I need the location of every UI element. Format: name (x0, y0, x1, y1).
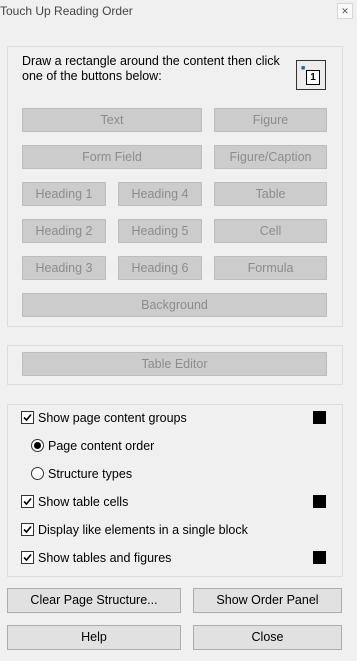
figure-button[interactable]: Figure (214, 108, 327, 132)
heading-6-button[interactable]: Heading 6 (118, 256, 202, 280)
page-content-order-label: Page content order (48, 439, 155, 453)
figure-caption-button[interactable]: Figure/Caption (214, 145, 327, 169)
checkmark-icon (23, 553, 32, 562)
select-tool-icon[interactable]: ■ 1 (296, 60, 326, 90)
content-groups-color-swatch[interactable] (313, 411, 326, 424)
close-window-icon[interactable]: ✕ (337, 3, 353, 19)
formula-button[interactable]: Formula (214, 256, 327, 280)
show-tables-and-figures-checkbox[interactable] (21, 551, 34, 564)
heading-5-button[interactable]: Heading 5 (118, 219, 202, 243)
page-content-order-radio[interactable] (31, 439, 44, 452)
table-editor-button[interactable]: Table Editor (22, 352, 327, 376)
table-cells-color-swatch[interactable] (313, 495, 326, 508)
show-page-content-groups-label: Show page content groups (38, 411, 187, 425)
text-button[interactable]: Text (22, 108, 202, 132)
structure-types-label: Structure types (48, 467, 133, 481)
heading-1-button[interactable]: Heading 1 (22, 182, 106, 206)
clear-page-structure-button[interactable]: Clear Page Structure... (7, 588, 181, 613)
heading-3-button[interactable]: Heading 3 (22, 256, 106, 280)
checkmark-icon (23, 525, 32, 534)
show-table-cells-label: Show table cells (38, 495, 129, 509)
title-bar: Touch Up Reading Order ✕ (0, 0, 357, 24)
display-like-elements-label: Display like elements in a single block (38, 523, 248, 537)
cell-button[interactable]: Cell (214, 219, 327, 243)
show-page-content-groups-checkbox[interactable] (21, 411, 34, 424)
show-tables-and-figures-label: Show tables and figures (38, 551, 172, 565)
marker-icon: ■ (301, 65, 306, 72)
structure-types-radio[interactable] (31, 467, 44, 480)
form-field-button[interactable]: Form Field (22, 145, 202, 169)
help-button[interactable]: Help (7, 625, 181, 650)
radio-dot-icon (34, 442, 41, 449)
background-button[interactable]: Background (22, 293, 327, 317)
instruction-text: Draw a rectangle around the content then… (22, 54, 280, 83)
show-order-panel-button[interactable]: Show Order Panel (193, 588, 342, 613)
checkmark-icon (23, 497, 32, 506)
display-like-elements-checkbox[interactable] (21, 523, 34, 536)
number-icon: 1 (306, 70, 320, 85)
window-title: Touch Up Reading Order (0, 4, 133, 18)
close-button[interactable]: Close (193, 625, 342, 650)
tables-figures-color-swatch[interactable] (313, 551, 326, 564)
heading-2-button[interactable]: Heading 2 (22, 219, 106, 243)
heading-4-button[interactable]: Heading 4 (118, 182, 202, 206)
table-button[interactable]: Table (214, 182, 327, 206)
show-table-cells-checkbox[interactable] (21, 495, 34, 508)
checkmark-icon (23, 413, 32, 422)
